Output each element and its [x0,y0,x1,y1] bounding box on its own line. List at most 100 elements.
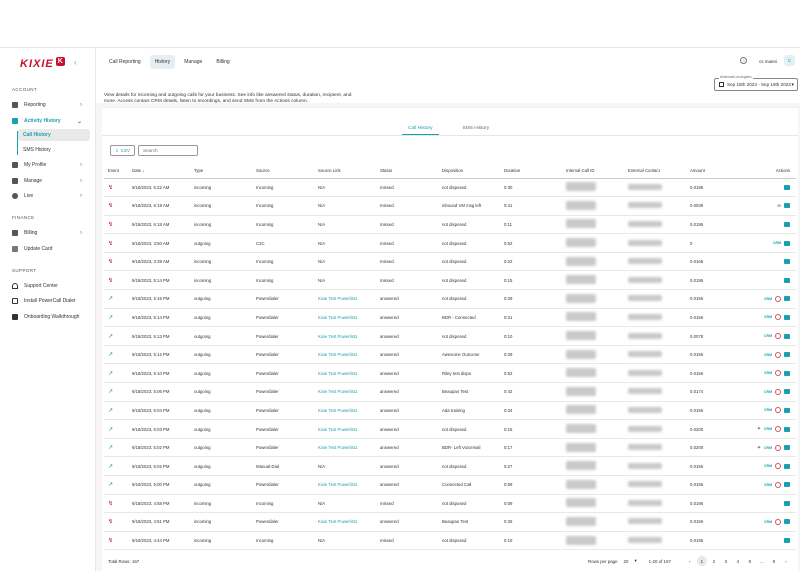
crm-button[interactable]: CRM [764,297,772,301]
table-row[interactable]: ↗ 9/18/2023, 5:10 PM outgoing Powerdialer Ki… [104,363,796,384]
sms-icon[interactable] [784,221,790,227]
recording-icon[interactable] [775,388,781,395]
next-page-button[interactable]: › [781,556,791,566]
recording-icon[interactable] [775,481,781,488]
table-row[interactable]: ↯ 9/18/2023, 5:14 PM incoming Incoming N/A mi… [104,270,796,291]
sidebar-item-install-powercall[interactable]: Install PowerCall Dialer [8,295,92,307]
page-button[interactable]: 2 [709,556,719,566]
sms-icon[interactable] [784,482,790,488]
integration-icon[interactable]: ✦ [757,445,761,451]
table-row[interactable]: ↗ 9/18/2023, 5:02 PM outgoing Manual-Dial N/… [104,456,796,476]
date-range-select[interactable]: Americas/Los Angeles Sep 18th 2023 - Sep… [714,75,798,91]
sms-icon[interactable] [784,538,790,544]
sidebar-item-reporting[interactable]: Reporting › [8,99,92,111]
sms-icon[interactable] [784,184,790,190]
cell-source-link[interactable]: Kixie Test Powerlist1 [314,363,376,384]
sms-icon[interactable] [784,500,790,506]
crm-button[interactable]: CRM [764,464,772,468]
recording-icon[interactable] [775,518,781,525]
sms-icon[interactable] [784,352,790,358]
sms-icon[interactable] [784,314,790,320]
table-row[interactable]: ↗ 9/18/2023, 5:14 PM outgoing Powerdialer Ki… [104,308,796,328]
avatar[interactable]: C [784,55,795,66]
table-row[interactable]: ↗ 9/18/2023, 5:15 PM outgoing Powerdialer Ki… [104,289,796,309]
sms-icon[interactable] [784,519,790,525]
tab-sms-history[interactable]: SMS History [457,124,496,135]
crm-button[interactable]: CRM [764,408,772,412]
recording-icon[interactable] [775,370,781,377]
kixie-logo[interactable]: KIXIE K [20,56,65,72]
cell-source-link[interactable]: Kixie Test Powerlist1 [314,326,376,346]
crm-button[interactable]: CRM [764,334,772,338]
cell-source-link[interactable]: Kixie Test Powerlist1 [314,308,376,328]
table-row[interactable]: ↯ 9/18/2023, 4:51 PM incoming Powerdialer Ki… [104,512,796,532]
sidebar-item-support-center[interactable]: Support Center [8,280,92,292]
crm-button[interactable]: CRM [764,520,772,524]
sidebar-item-billing[interactable]: Billing › [8,227,92,239]
crm-button[interactable]: CRM [764,371,772,375]
crm-button[interactable]: CRM [764,483,772,487]
rows-per-page-select[interactable]: 20 [624,559,629,564]
search-input[interactable] [138,145,198,156]
collapse-sidebar-button[interactable]: ‹ [74,58,77,67]
table-row[interactable]: ↯ 9/18/2023, 6:19 AM incoming Incoming N/A mi… [104,196,796,216]
recording-icon[interactable] [775,314,781,321]
recording-icon[interactable] [775,444,781,451]
tab-call-reporting[interactable]: Call Reporting [104,55,146,69]
table-row[interactable]: ↗ 9/18/2023, 5:02 PM outgoing Powerdialer Ki… [104,438,796,458]
cell-source-link[interactable]: Kixie Test Powerlist1 [314,475,376,495]
cell-source-link[interactable]: Kixie Test Powerlist1 [314,419,376,439]
sms-icon[interactable] [784,445,790,451]
user-name[interactable]: cs maeni [759,59,777,64]
table-row[interactable]: ↯ 9/18/2023, 6:18 AM incoming Incoming N/A mi… [104,215,796,235]
crm-button[interactable]: CRM [764,446,772,450]
sidebar-item-onboarding[interactable]: Onboarding Walkthrough [8,311,92,323]
prev-page-button[interactable]: ‹ [685,556,695,566]
page-button[interactable]: 4 [733,556,743,566]
sidebar-item-manage[interactable]: Manage › [8,175,92,187]
tab-billing[interactable]: Billing [211,55,234,69]
table-row[interactable]: ↗ 9/18/2023, 5:06 PM outgoing Powerdialer Ki… [104,382,796,402]
rows-per-page-caret-icon[interactable]: ▾ [634,558,636,564]
table-row[interactable]: ↯ 9/18/2023, 4:44 PM incoming Incoming N/A mi… [104,531,796,551]
sms-icon[interactable] [784,333,790,339]
page-button[interactable]: 9 [769,556,779,566]
table-row[interactable]: ↯ 9/18/2023, 3:50 AM outgoing C2C N/A missed n… [104,233,796,253]
page-button[interactable]: 3 [721,556,731,566]
page-button[interactable]: 5 [745,556,755,566]
cell-source-link[interactable]: Kixie Test Powerlist1 [314,401,376,421]
sms-icon[interactable] [784,296,790,302]
cell-source-link[interactable]: Kixie Test Powerlist1 [314,289,376,309]
table-row[interactable]: ↯ 9/18/2023, 6:22 AM incoming Incoming N/A mi… [104,178,796,198]
crm-button[interactable]: CRM [764,353,772,357]
sms-icon[interactable] [784,203,790,209]
recording-icon[interactable] [775,407,781,414]
sms-icon[interactable] [784,240,790,246]
cell-source-link[interactable]: Kixie Test Powerlist1 [314,512,376,532]
sidebar-item-update-card[interactable]: Update Card [8,243,92,255]
table-row[interactable]: ↯ 9/18/2023, 3:39 AM incoming Incoming N/A mi… [104,252,796,272]
crm-button[interactable]: CRM [764,427,772,431]
sidebar-item-sms-history[interactable]: SMS History [18,144,90,156]
table-row[interactable]: ↗ 9/18/2023, 5:03 PM outgoing Powerdialer Ki… [104,419,796,439]
tab-history[interactable]: History [149,55,176,69]
recording-icon[interactable] [775,333,781,340]
cell-source-link[interactable]: Kixie Test Powerlist1 [314,438,376,458]
crm-button[interactable]: CRM [773,241,781,245]
sidebar-item-live[interactable]: Live › [8,190,92,202]
table-row[interactable]: ↗ 9/18/2023, 5:12 PM outgoing Powerdialer Ki… [104,345,796,365]
sms-icon[interactable] [784,407,790,413]
table-row[interactable]: ↯ 9/18/2023, 4:58 PM incoming Incoming N/A mi… [104,494,796,514]
sidebar-item-activity-history[interactable]: Activity History ⌄ [8,115,92,127]
recording-icon[interactable] [775,351,781,358]
integration-icon[interactable]: ✦ [757,426,761,432]
cell-source-link[interactable]: Kixie Test Powerlist1 [314,382,376,402]
recording-icon[interactable] [775,426,781,433]
help-icon[interactable]: ? [740,57,747,64]
tab-manage[interactable]: Manage [179,55,207,69]
sms-icon[interactable] [784,370,790,376]
sms-icon[interactable] [784,259,790,265]
table-row[interactable]: ↗ 9/18/2023, 5:04 PM outgoing Powerdialer Ki… [104,401,796,421]
tab-call-history[interactable]: Call History [402,124,439,135]
csv-export-button[interactable]: ⇩ CSV [110,145,135,156]
